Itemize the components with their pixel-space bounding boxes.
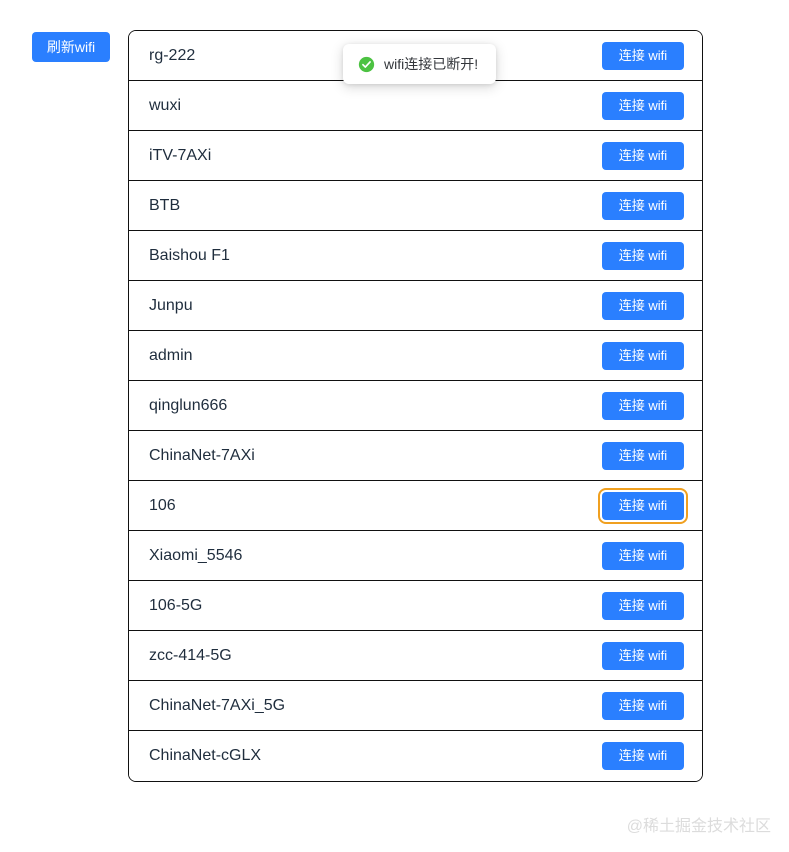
check-circle-icon — [358, 56, 375, 72]
wifi-row: qinglun666 连接 wifi — [129, 381, 702, 431]
connect-wifi-button[interactable]: 连接 wifi — [602, 391, 684, 420]
wifi-row: wuxi 连接 wifi — [129, 81, 702, 131]
wifi-row: ChinaNet-cGLX 连接 wifi — [129, 731, 702, 781]
wifi-row: ChinaNet-7AXi 连接 wifi — [129, 431, 702, 481]
wifi-row: Xiaomi_5546 连接 wifi — [129, 531, 702, 581]
wifi-ssid-label: zcc-414-5G — [149, 646, 232, 664]
connect-wifi-button[interactable]: 连接 wifi — [602, 191, 684, 220]
watermark: @稀土掘金技术社区 — [626, 818, 771, 835]
wifi-row: ChinaNet-7AXi_5G 连接 wifi — [129, 681, 702, 731]
wifi-ssid-label: ChinaNet-7AXi_5G — [149, 696, 286, 714]
connect-wifi-button[interactable]: 连接 wifi — [602, 691, 684, 720]
wifi-ssid-label: qinglun666 — [149, 396, 228, 414]
wifi-ssid-label: rg-222 — [149, 46, 196, 64]
wifi-ssid-label: wuxi — [149, 96, 182, 114]
connect-wifi-button[interactable]: 连接 wifi — [602, 742, 684, 770]
connect-wifi-button[interactable]: 连接 wifi — [602, 241, 684, 270]
connect-wifi-button[interactable]: 连接 wifi — [602, 141, 684, 170]
wifi-row: Junpu 连接 wifi — [129, 281, 702, 331]
wifi-row: iTV-7AXi 连接 wifi — [129, 131, 702, 181]
connect-wifi-button[interactable]: 连接 wifi — [602, 441, 684, 470]
wifi-ssid-label: 106 — [149, 496, 176, 514]
wifi-ssid-label: iTV-7AXi — [149, 146, 212, 164]
wifi-ssid-label: BTB — [149, 196, 181, 214]
wifi-ssid-label: ChinaNet-cGLX — [149, 747, 262, 764]
wifi-ssid-label: 106-5G — [149, 596, 203, 614]
wifi-row: BTB 连接 wifi — [129, 181, 702, 231]
connect-wifi-button[interactable]: 连接 wifi — [602, 541, 684, 570]
connect-wifi-button[interactable]: 连接 wifi — [602, 341, 684, 370]
connect-wifi-button[interactable]: 连接 wifi — [598, 487, 688, 524]
wifi-ssid-label: ChinaNet-7AXi — [149, 446, 255, 464]
connect-wifi-button[interactable]: 连接 wifi — [602, 591, 684, 620]
wifi-ssid-label: admin — [149, 346, 193, 364]
toast-message: wifi连接已断开! — [384, 56, 479, 72]
wifi-row: zcc-414-5G 连接 wifi — [129, 631, 702, 681]
connect-wifi-button[interactable]: 连接 wifi — [602, 641, 684, 670]
connect-wifi-button[interactable]: 连接 wifi — [602, 291, 684, 320]
wifi-row: admin 连接 wifi — [129, 331, 702, 381]
wifi-row: Baishou F1 连接 wifi — [129, 231, 702, 281]
wifi-row: 106-5G 连接 wifi — [129, 581, 702, 631]
refresh-wifi-button[interactable]: 刷新wifi — [32, 32, 110, 62]
toast-notification: wifi连接已断开! — [343, 44, 497, 84]
wifi-list: rg-222 连接 wifi wuxi 连接 wifi iTV-7AXi 连接 wifi B… — [128, 30, 703, 782]
wifi-ssid-label: Baishou F1 — [149, 246, 230, 264]
wifi-ssid-label: Junpu — [149, 296, 193, 314]
wifi-row: 106 连接 wifi — [129, 481, 702, 531]
wifi-ssid-label: Xiaomi_5546 — [149, 546, 243, 564]
connect-wifi-button[interactable]: 连接 wifi — [602, 41, 684, 70]
connect-wifi-button[interactable]: 连接 wifi — [602, 91, 684, 120]
